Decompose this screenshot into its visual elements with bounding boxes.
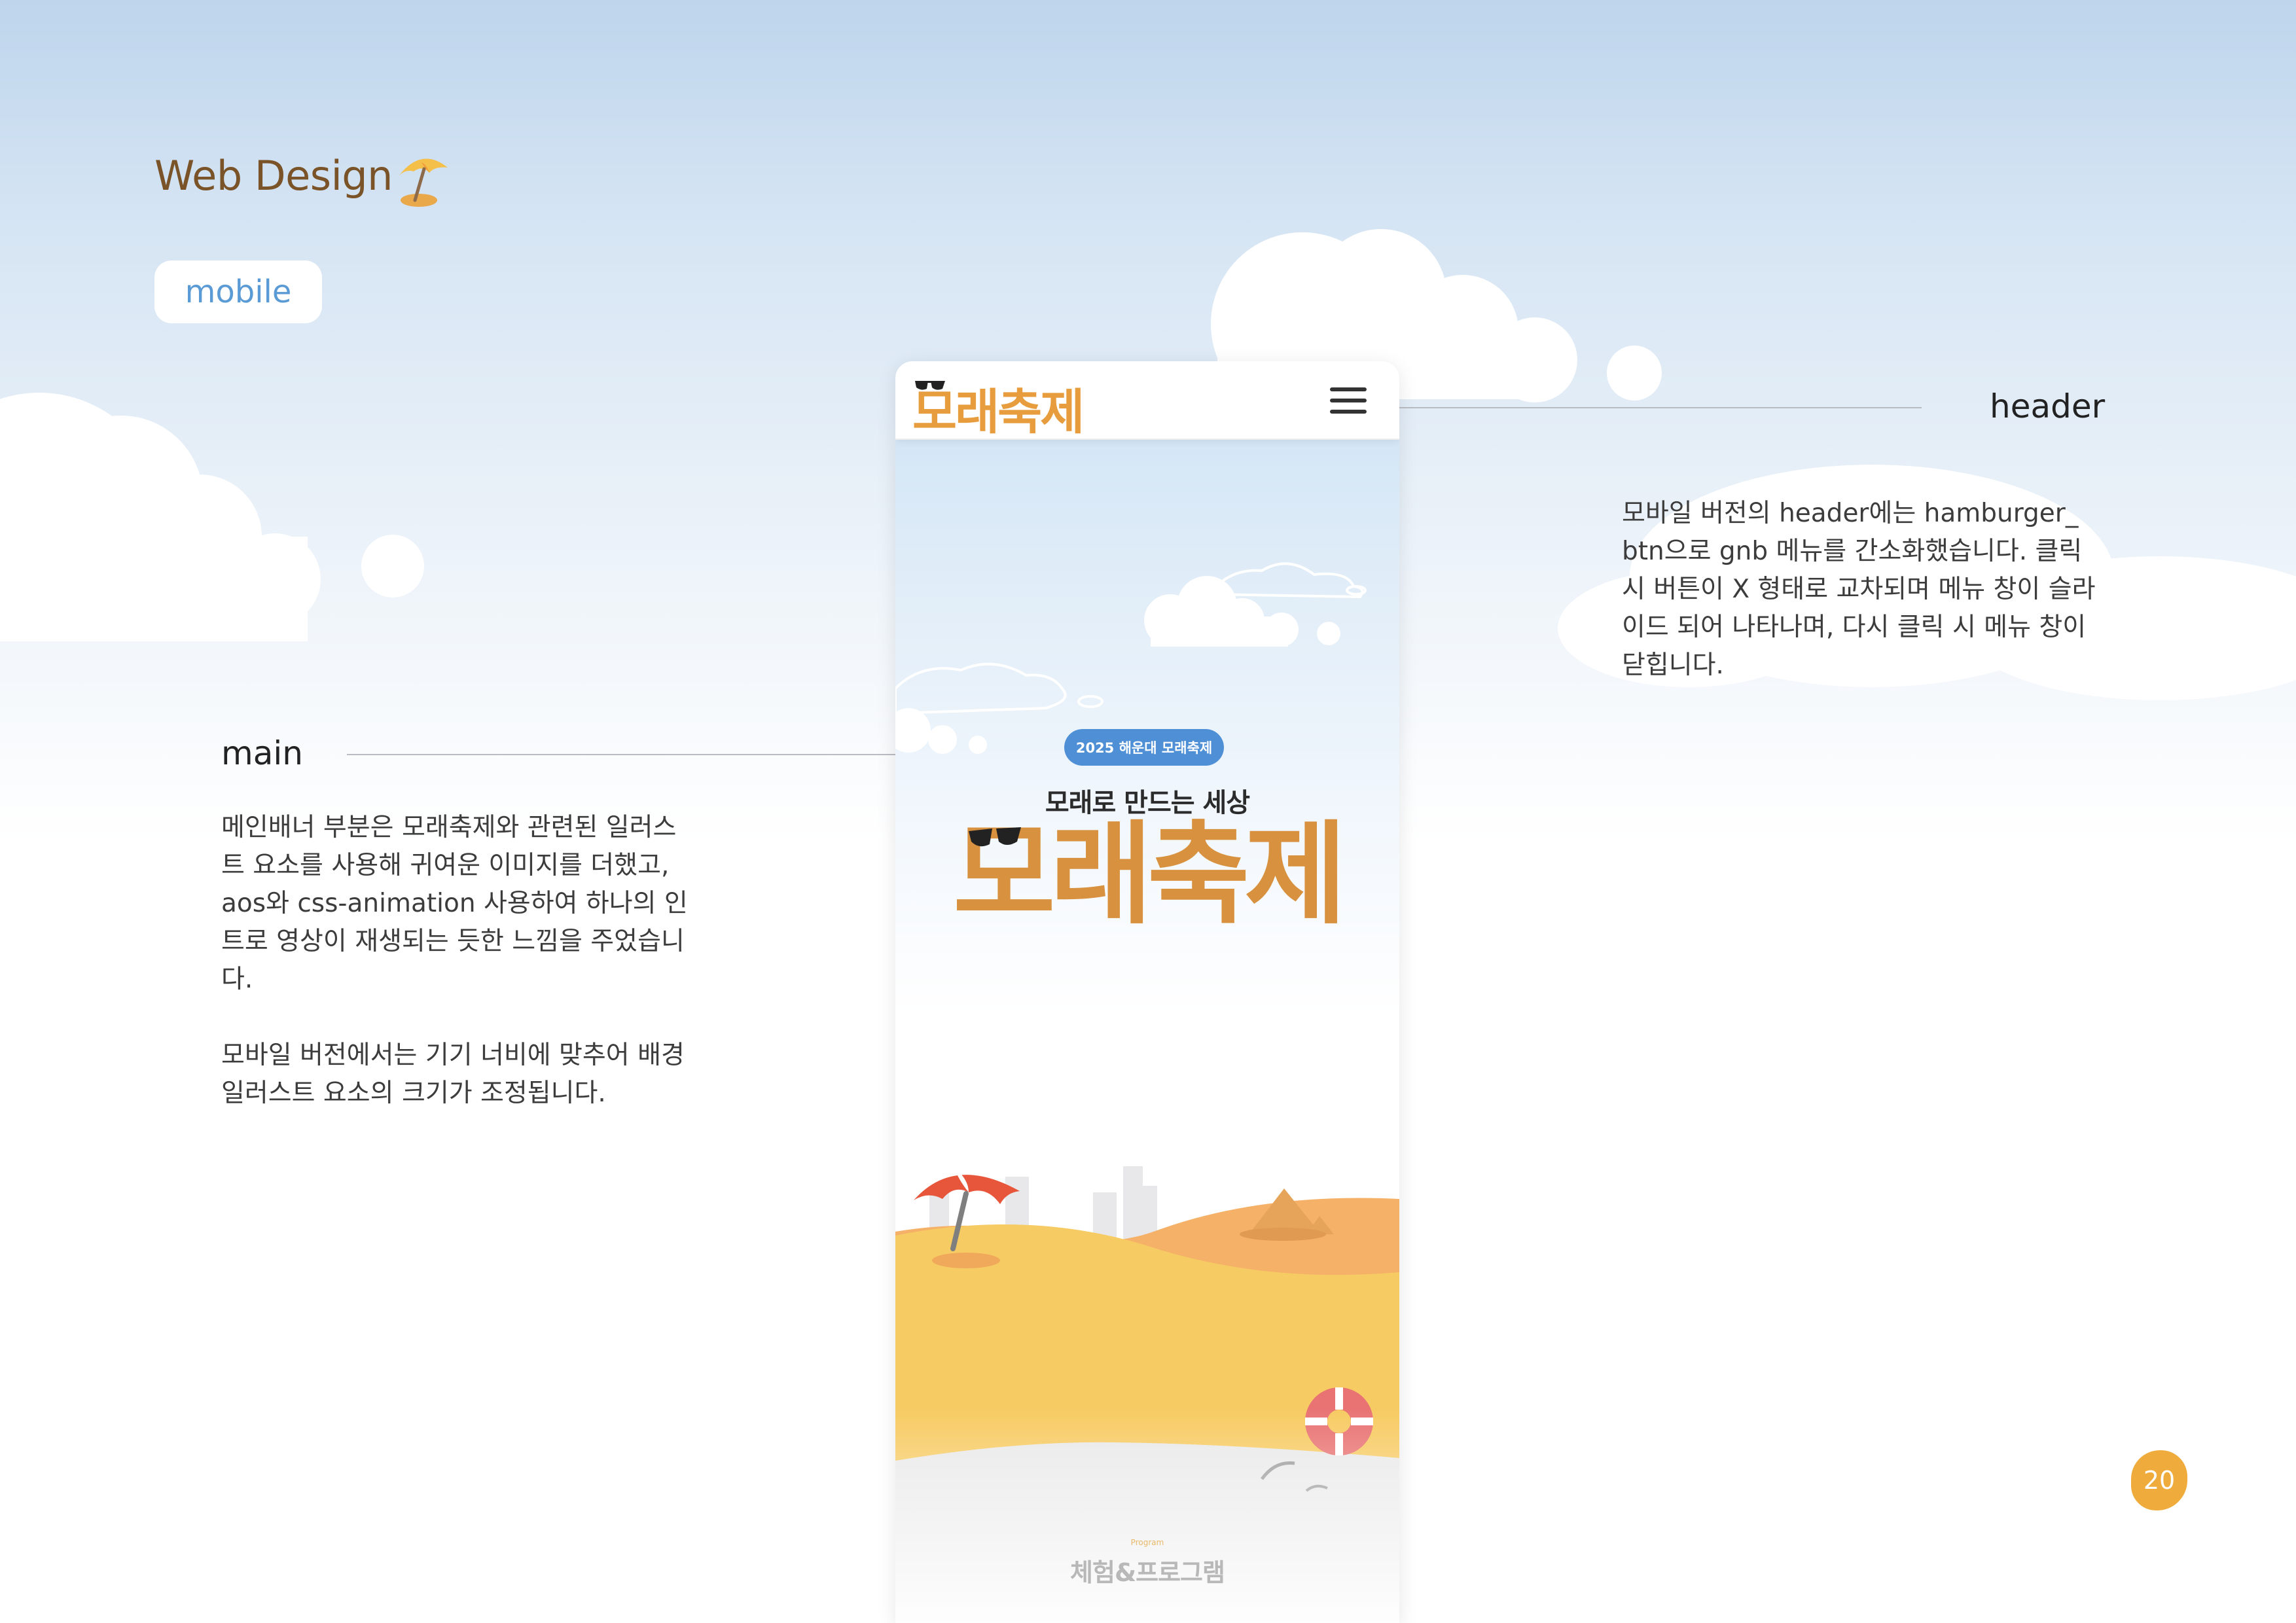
device-tag: mobile bbox=[154, 260, 322, 323]
hamburger-menu-button[interactable] bbox=[1330, 387, 1367, 414]
header-text-line: 모바일 버전의 header에는 hamburger_ bbox=[1622, 499, 2079, 528]
sunglasses-icon bbox=[969, 827, 1021, 847]
event-badge: 2025 해운대 모래축제 bbox=[1064, 729, 1224, 766]
main-annotation-line bbox=[347, 754, 960, 755]
main-text-line: 트로 영상이 재생되는 듯한 느낌을 주었습니 bbox=[221, 927, 685, 956]
main-text-line: 트 요소를 사용해 귀여운 이미지를 더했고, bbox=[221, 851, 670, 880]
header-annotation-label: header bbox=[1990, 387, 2106, 425]
main-text-line: 다. bbox=[221, 965, 253, 994]
section-title: 체험&프로그램 bbox=[1070, 1558, 1225, 1587]
main-text-line: 모바일 버전에서는 기기 너비에 맞추어 배경 bbox=[221, 1041, 685, 1070]
section-eyebrow: Program bbox=[1130, 1538, 1164, 1547]
main-text-line: 메인배너 부분은 모래축제와 관련된 일러스 bbox=[221, 813, 677, 842]
hamburger-line bbox=[1330, 399, 1367, 402]
mobile-mockup: 모래축제 2025 해운대 모래축제 모래로 만드는 세상 모래축제 Progr… bbox=[895, 361, 1399, 1623]
header-annotation-line bbox=[1395, 407, 1922, 408]
header-text-line: 시 버튼이 X 형태로 교차되며 메뉴 창이 슬라 bbox=[1622, 575, 2096, 604]
hero-illustration bbox=[895, 562, 1399, 1623]
beach-umbrella-icon bbox=[399, 158, 448, 207]
mobile-header: 모래축제 bbox=[895, 361, 1399, 440]
main-text-line: aos와 css-animation 사용하여 하나의 인 bbox=[221, 889, 688, 918]
main-annotation-text: 메인배너 부분은 모래축제와 관련된 일러스 트 요소를 사용해 귀여운 이미지… bbox=[221, 809, 719, 1113]
header-text-line: 이드 되어 나타나며, 다시 클릭 시 메뉴 창이 bbox=[1622, 613, 2087, 642]
hamburger-line bbox=[1330, 387, 1367, 391]
sunglasses-icon bbox=[915, 381, 945, 390]
main-text-line: 일러스트 요소의 크기가 조정됩니다. bbox=[221, 1079, 606, 1108]
header-annotation-text: 모바일 버전의 header에는 hamburger_ btn으로 gnb 메뉴… bbox=[1622, 495, 2211, 685]
main-annotation-label: main bbox=[221, 734, 303, 772]
header-text-line: 닫힙니다. bbox=[1622, 651, 1724, 680]
hamburger-line bbox=[1330, 410, 1367, 414]
page-title: Web Design bbox=[154, 152, 393, 200]
header-text-line: btn으로 gnb 메뉴를 간소화했습니다. 클릭 bbox=[1622, 537, 2083, 566]
